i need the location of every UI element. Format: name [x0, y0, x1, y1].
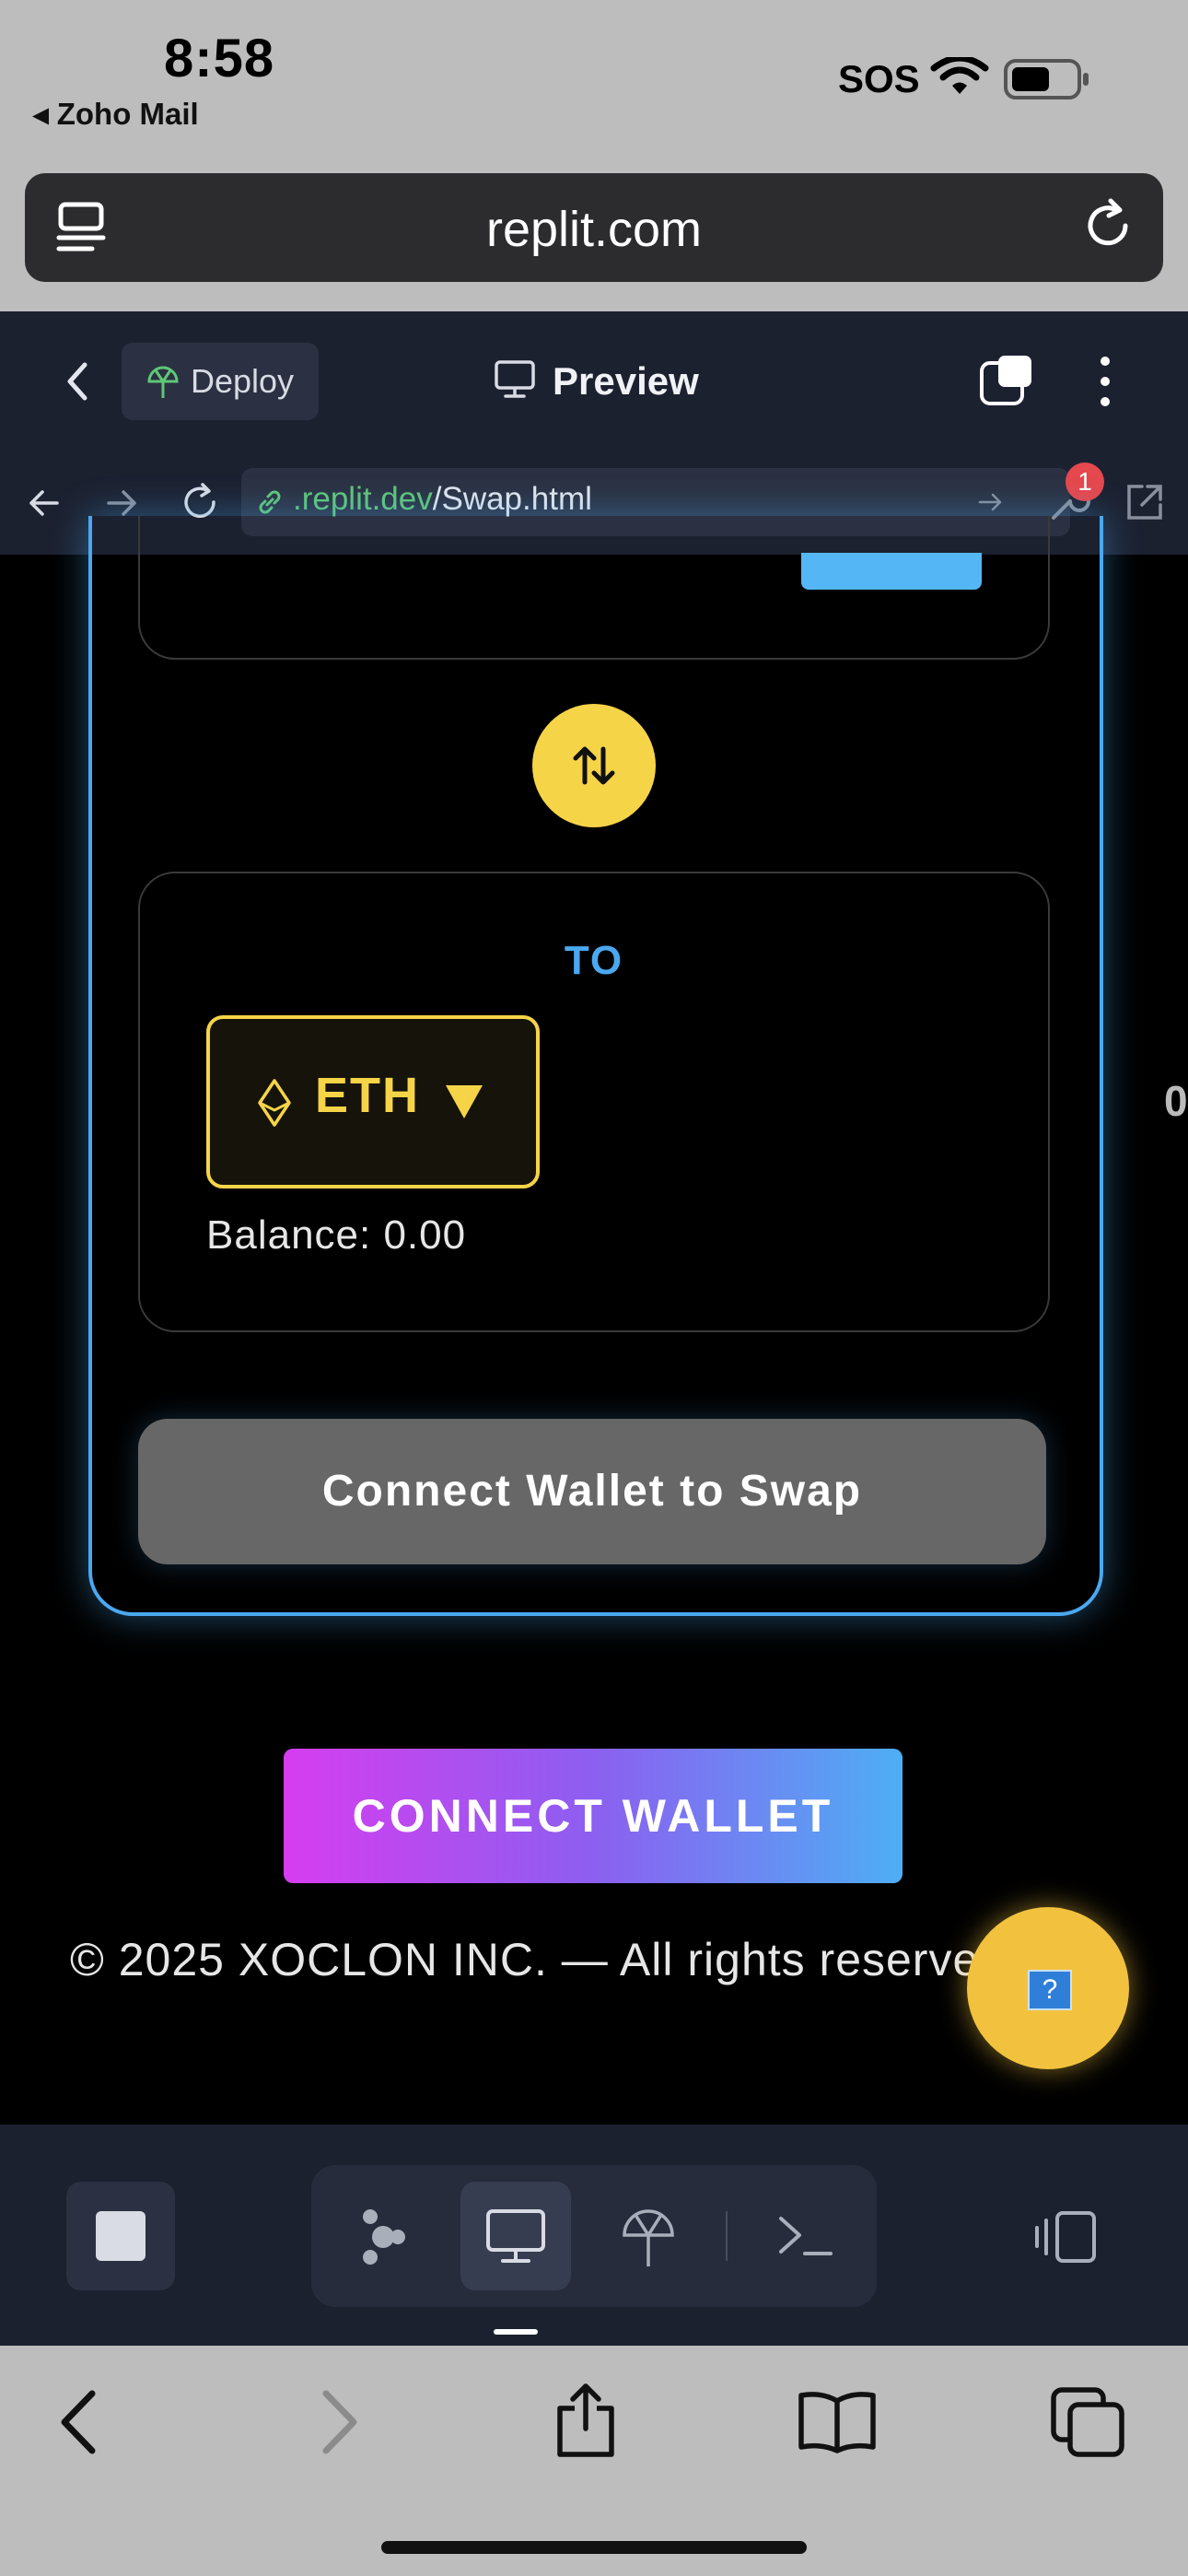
address-text: .replit.dev/Swap.html — [293, 481, 592, 518]
shell-icon[interactable] — [775, 2211, 834, 2259]
reload-icon[interactable] — [1079, 197, 1136, 254]
swap-direction-button[interactable] — [532, 704, 656, 827]
nav-back-icon[interactable] — [26, 485, 63, 521]
ethereum-icon — [258, 1079, 291, 1127]
home-indicator[interactable] — [381, 2541, 807, 2554]
bookmarks-icon[interactable] — [796, 2390, 879, 2454]
safari-back-icon[interactable] — [57, 2390, 99, 2454]
devtools-badge: 1 — [1066, 463, 1104, 501]
from-action-button[interactable] — [801, 553, 982, 590]
toolbar-divider — [726, 2211, 728, 2261]
connect-wallet-to-swap-button[interactable]: Connect Wallet to Swap — [138, 1419, 1046, 1564]
deploy-icon — [147, 366, 179, 398]
link-icon — [259, 490, 281, 514]
share-icon[interactable] — [553, 2381, 619, 2458]
back-chevron-icon[interactable] — [63, 359, 92, 404]
address-path: /Swap.html — [432, 481, 592, 517]
battery-icon — [1004, 59, 1089, 100]
offscreen-char: 0 — [1164, 1077, 1188, 1125]
new-tab-icon[interactable] — [978, 352, 1037, 409]
go-arrow-icon[interactable] — [976, 488, 1006, 516]
toolbar-scroll-indicator — [494, 2329, 538, 2335]
deploy-label: Deploy — [191, 362, 295, 400]
balance-text: Balance: 0.00 — [206, 1212, 467, 1258]
tabs-icon[interactable] — [1050, 2386, 1125, 2458]
more-menu-icon[interactable] — [1096, 354, 1114, 409]
sos-indicator: SOS — [838, 57, 920, 100]
stop-icon — [96, 2211, 146, 2261]
device-layout-icon[interactable] — [1031, 2207, 1100, 2266]
preview-monitor-icon — [486, 2209, 545, 2263]
address-host: .replit.dev — [293, 481, 433, 517]
swap-arrows-icon — [573, 746, 615, 785]
connect-wallet-button[interactable]: CONNECT WALLET — [284, 1749, 903, 1883]
monitor-icon — [495, 360, 535, 398]
url-text[interactable]: replit.com — [0, 201, 1188, 258]
help-icon: ? — [1028, 1970, 1072, 2010]
open-external-icon[interactable] — [1124, 481, 1166, 523]
preview-title[interactable]: Preview — [553, 359, 699, 404]
to-label: TO — [564, 938, 624, 983]
safari-forward-icon[interactable] — [319, 2390, 361, 2454]
status-time: 8:58 — [164, 29, 275, 88]
wifi-icon — [930, 57, 989, 94]
back-to-app-link[interactable]: ◂ Zoho Mail — [33, 96, 199, 132]
dropdown-caret-icon — [446, 1085, 483, 1118]
deployments-icon[interactable] — [621, 2206, 676, 2268]
footer-copyright: © 2025 XOCLON INC. — All rights reserved… — [70, 1934, 1019, 1985]
token-symbol: ETH — [315, 1068, 420, 1123]
agent-icon[interactable] — [357, 2207, 409, 2266]
